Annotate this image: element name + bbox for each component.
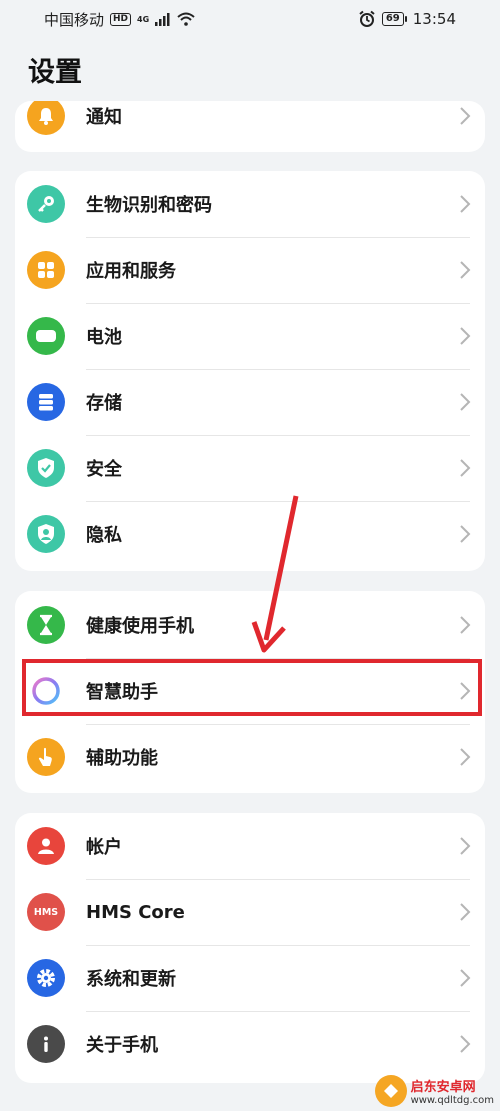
status-left: 中国移动 HD 4G — [44, 9, 195, 30]
settings-item-label: 通知 — [86, 107, 122, 128]
settings-item-label: 辅助功能 — [86, 748, 158, 769]
watermark-url: www.qdltdg.com — [410, 1095, 494, 1106]
network-type: 4G — [137, 14, 150, 24]
carrier-name: 中国移动 — [44, 10, 105, 29]
settings-item-privacy[interactable]: 隐私 — [15, 501, 485, 567]
chevron-right-icon — [460, 459, 471, 477]
settings-group-system: 帐户 HMS HMS Core 系统和更新 关于手机 — [15, 813, 485, 1083]
hourglass-icon — [27, 606, 65, 644]
chevron-right-icon — [460, 525, 471, 543]
settings-item-about-phone[interactable]: 关于手机 — [15, 1011, 485, 1077]
battery-icon — [27, 317, 65, 355]
settings-group-assist: 健康使用手机 智慧助手 辅助功能 — [15, 591, 485, 793]
settings-item-security[interactable]: 安全 — [15, 435, 485, 501]
apps-grid-icon — [27, 251, 65, 289]
settings-item-label: 存储 — [86, 393, 122, 414]
settings-item-storage[interactable]: 存储 — [15, 369, 485, 435]
watermark-text: 启东安卓网 www.qdltdg.com — [411, 1076, 494, 1106]
settings-item-label: HMS Core — [86, 901, 185, 923]
settings-item-accessibility[interactable]: 辅助功能 — [15, 724, 485, 790]
settings-item-account[interactable]: 帐户 — [15, 813, 485, 879]
settings-item-battery[interactable]: 电池 — [15, 303, 485, 369]
settings-item-system-update[interactable]: 系统和更新 — [15, 945, 485, 1011]
battery-tip — [404, 16, 407, 22]
settings-item-label: 安全 — [86, 459, 122, 480]
settings-item-notifications[interactable]: 通知 — [15, 101, 485, 149]
info-icon — [27, 1025, 65, 1063]
chevron-right-icon — [460, 969, 471, 987]
status-bar: 中国移动 HD 4G 69 13:54 — [0, 0, 500, 38]
shield-check-icon — [27, 449, 65, 487]
page-title: 设置 — [28, 57, 82, 88]
settings-item-hms-core[interactable]: HMS HMS Core — [15, 879, 485, 945]
settings-item-label: 关于手机 — [86, 1035, 158, 1056]
settings-item-label: 隐私 — [86, 525, 122, 546]
settings-item-label: 应用和服务 — [86, 261, 176, 282]
settings-item-label: 生物识别和密码 — [86, 195, 212, 216]
gear-icon — [27, 959, 65, 997]
chevron-right-icon — [460, 1035, 471, 1053]
settings-item-label: 系统和更新 — [86, 969, 176, 990]
settings-group-notifications: 通知 — [15, 101, 485, 152]
watermark: 启东安卓网 www.qdltdg.com — [374, 1075, 494, 1107]
alarm-icon — [359, 10, 375, 27]
key-icon — [27, 185, 65, 223]
chevron-right-icon — [460, 616, 471, 634]
chevron-right-icon — [460, 261, 471, 279]
battery-level: 69 — [381, 12, 404, 26]
chevron-right-icon — [460, 393, 471, 411]
settings-item-smart-assistant[interactable]: 智慧助手 — [15, 658, 485, 724]
chevron-right-icon — [460, 748, 471, 766]
chevron-right-icon — [460, 107, 471, 125]
hand-icon — [27, 738, 65, 776]
privacy-icon — [27, 515, 65, 553]
settings-item-digital-balance[interactable]: 健康使用手机 — [15, 592, 485, 658]
chevron-right-icon — [460, 195, 471, 213]
chevron-right-icon — [460, 327, 471, 345]
signal-icon — [155, 12, 170, 26]
watermark-title: 启东安卓网 — [410, 1080, 476, 1095]
account-icon — [27, 827, 65, 865]
assistant-ring-icon — [27, 672, 65, 710]
settings-group-security: 生物识别和密码 应用和服务 电池 存储 安全 隐私 — [15, 171, 485, 571]
chevron-right-icon — [460, 837, 471, 855]
settings-item-label: 电池 — [86, 327, 122, 348]
settings-item-apps[interactable]: 应用和服务 — [15, 237, 485, 303]
settings-item-biometrics[interactable]: 生物识别和密码 — [15, 171, 485, 237]
settings-item-label: 智慧助手 — [86, 682, 158, 703]
status-right: 69 13:54 — [358, 10, 456, 28]
bell-icon — [27, 101, 65, 135]
clock: 13:54 — [412, 10, 456, 28]
watermark-logo-icon — [374, 1075, 407, 1107]
hms-icon: HMS — [27, 893, 65, 931]
battery-indicator: 69 — [381, 12, 407, 26]
settings-item-label: 帐户 — [86, 837, 122, 858]
storage-icon — [27, 383, 65, 421]
chevron-right-icon — [460, 903, 471, 921]
wifi-icon — [177, 12, 195, 26]
chevron-right-icon — [460, 682, 471, 700]
settings-item-label: 健康使用手机 — [86, 616, 194, 637]
hd-badge: HD — [110, 12, 132, 26]
